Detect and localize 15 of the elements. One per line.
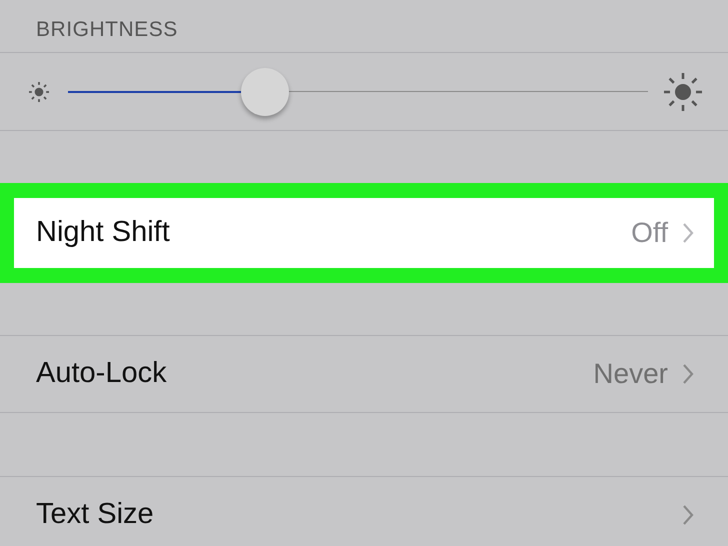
settings-row[interactable]: Night Shift Off: [14, 198, 714, 268]
row-label: Text Size: [36, 497, 155, 532]
chevron-icon: [682, 222, 694, 244]
slider-thumb[interactable]: [241, 68, 290, 116]
row-value: Off: [631, 216, 668, 250]
brightness-slider[interactable]: [68, 68, 648, 116]
row-label: Night Shift: [36, 215, 171, 250]
settings-row[interactable]: Text Size: [0, 476, 728, 546]
sun-icon: [662, 70, 704, 112]
row-value: Never: [593, 357, 668, 391]
chevron-icon: [682, 363, 694, 385]
section-header: BRIGHTNESS: [35, 17, 179, 43]
chevron-icon: [682, 504, 694, 526]
row-label: Auto-Lock: [36, 356, 168, 392]
settings-row[interactable]: Auto-Lock Never: [0, 335, 728, 413]
